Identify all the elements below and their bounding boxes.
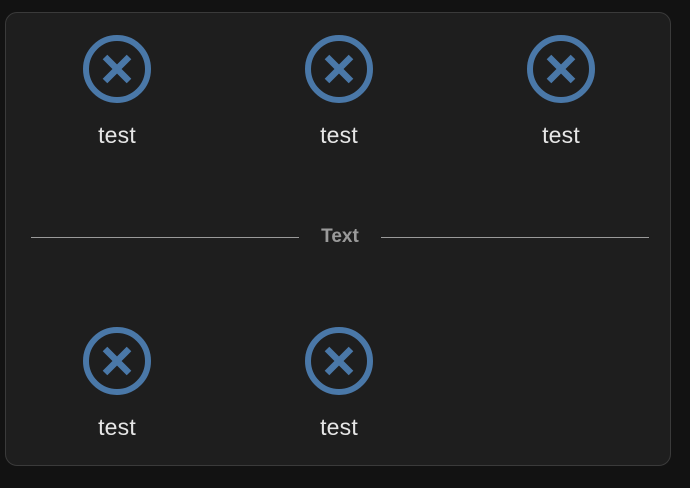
- tile-label: test: [320, 414, 358, 440]
- close-circle-icon: [303, 33, 375, 105]
- tile-label: test: [320, 122, 358, 148]
- tile-label: test: [98, 122, 136, 148]
- tile-bottom-2[interactable]: test: [259, 325, 419, 455]
- close-circle-icon: [525, 33, 597, 105]
- tile-label: test: [542, 122, 580, 148]
- close-circle-icon: [81, 33, 153, 105]
- tile-top-3[interactable]: test: [481, 33, 641, 163]
- tile-bottom-1[interactable]: test: [37, 325, 197, 455]
- tile-top-1[interactable]: test: [37, 33, 197, 163]
- tile-top-2[interactable]: test: [259, 33, 419, 163]
- divider-line-right: [380, 236, 650, 238]
- tile-label: test: [98, 414, 136, 440]
- divider-line-left: [31, 236, 300, 238]
- divider-title: Text: [321, 226, 359, 247]
- close-circle-icon: [303, 325, 375, 397]
- card-container: test test test Text test test: [5, 12, 671, 466]
- close-circle-icon: [81, 325, 153, 397]
- section-divider: Text: [31, 225, 650, 249]
